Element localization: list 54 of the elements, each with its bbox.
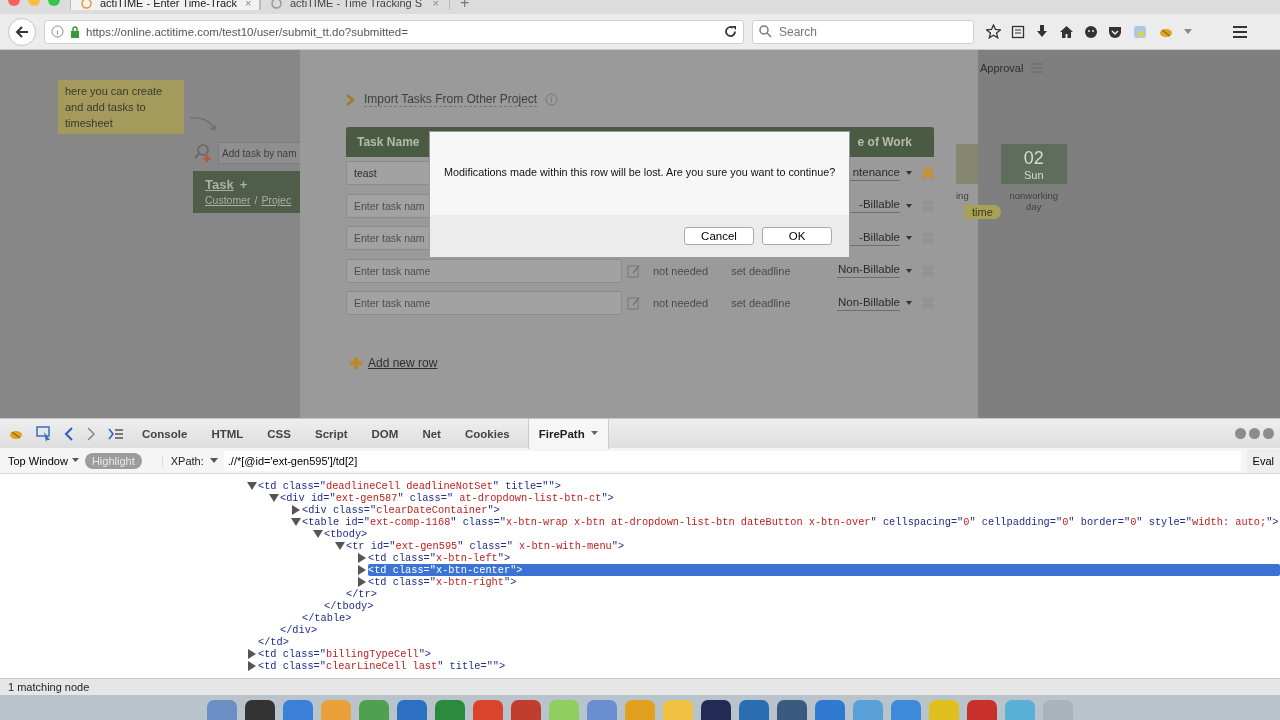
dom-node[interactable]: <tbody> (324, 528, 372, 540)
dom-node[interactable]: <td class="billingTypeCell"> (258, 648, 436, 660)
devtools-tab[interactable]: Net (416, 418, 447, 449)
dom-closing-tag: </div> (280, 624, 322, 636)
estimate-text: not needed (653, 297, 710, 310)
column-header: Task Name (357, 135, 420, 149)
dom-node[interactable]: <td class="x-btn-left"> (368, 552, 515, 564)
task-name-field[interactable]: Enter task name (346, 291, 622, 316)
browser-tab[interactable]: actiTIME - Time Tracking S × (260, 0, 450, 10)
import-tasks-link[interactable]: Import Tasks From Other Project (364, 92, 538, 107)
devtools-tab[interactable]: FirePath (527, 418, 609, 449)
dom-node[interactable]: <td class="x-btn-center"> (368, 564, 1280, 576)
sort-indicator: + (239, 177, 248, 192)
devtools-tab[interactable]: DOM (365, 418, 405, 449)
browser-tab[interactable]: actiTIME - Enter Time-Track × (70, 0, 260, 10)
day-note: nonworking day (1008, 190, 1060, 212)
billing-type-dropdown[interactable]: Non-Billable (837, 295, 900, 311)
task-name-field[interactable]: Enter task name (346, 258, 622, 283)
time-badge: time (964, 205, 1001, 219)
dom-node[interactable]: <div class="clearDateContainer"> (302, 504, 504, 516)
dom-closing-tag: </tr> (346, 588, 381, 600)
estimate-text: not needed (653, 264, 710, 277)
dom-node[interactable]: <div id="ext-gen587" class=" at-dropdown-list-btn-ct"> (280, 492, 618, 504)
xpath-field[interactable]: .//*[@id='ext-gen595']/td[2] (223, 450, 1241, 471)
dom-closing-tag: </table> (302, 612, 356, 624)
devtools-tab[interactable]: Script (308, 418, 354, 449)
dialog-button[interactable]: Cancel (684, 227, 754, 245)
dom-node[interactable]: <td class="deadlineCell deadlineNotSet" title=""> (258, 480, 565, 492)
billing-type-dropdown[interactable]: Non-Billable (837, 263, 900, 279)
devtools-tab[interactable]: CSS (261, 418, 297, 449)
search-field[interactable]: Search (752, 19, 974, 44)
url-field[interactable]: https://online.actitime.com/test10/user/submit_tt.do?submitted= (44, 19, 744, 44)
window-selector[interactable]: Top Window (8, 454, 79, 467)
status-text: 1 matching node (0, 678, 1280, 695)
day-header: 02 Sun (1000, 144, 1067, 184)
devtools-tab[interactable]: HTML (205, 418, 250, 449)
task-search-field[interactable]: Add task by nam (218, 142, 300, 164)
devtools-tab[interactable]: Console (136, 418, 194, 449)
dom-node[interactable]: <td class="clearLineCell last" title=""> (258, 660, 510, 672)
dialog-button[interactable]: OK (762, 227, 832, 245)
add-new-row-link[interactable]: Add new row (368, 355, 438, 370)
approval-label: Approval (980, 62, 1024, 74)
separator-text: / (254, 194, 258, 206)
devtools-tab[interactable]: Cookies (458, 418, 516, 449)
day-note: ing (956, 190, 970, 201)
tip-note: here you can create and add tasks to timesheet (58, 80, 184, 134)
dom-closing-tag: </td> (258, 636, 293, 648)
column-header: e of Work (857, 135, 912, 149)
dom-node[interactable]: <tr id="ext-gen595" class=" x-btn-with-menu"> (346, 540, 629, 552)
dom-node[interactable]: <td class="x-btn-right"> (368, 576, 521, 588)
dom-closing-tag: </tbody> (324, 600, 378, 612)
dom-node[interactable]: <table id="ext-comp-1168" class="x-btn-wrap x-btn at-dropdown-list-btn dateButton x-btn-over" cellspacing="0" cellpadding="0" border="0" style="width: auto;"> (302, 516, 1280, 528)
xpath-label: XPath: (161, 454, 204, 467)
eval-button[interactable]: Eval (1246, 448, 1280, 473)
